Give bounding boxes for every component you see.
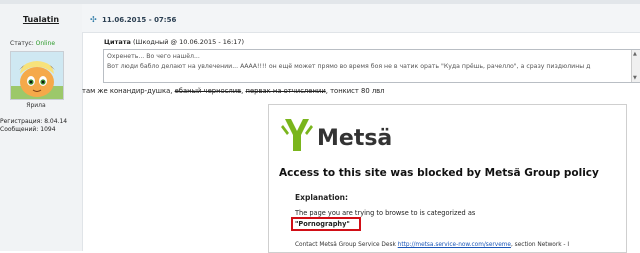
contact-line: Contact Metsä Group Service Desk http://…: [295, 242, 569, 248]
post-text: там же конандир-душка, ебаный чернослив,…: [82, 87, 385, 95]
contact-text: Contact Metsä Group Service Desk: [295, 242, 398, 248]
quote-meta: (Шкодный @ 10.06.2015 - 16:17): [132, 38, 245, 46]
quote-line-2: Вот люди бабло делают на увлечении... АА…: [107, 63, 591, 70]
registration-label: Регистрация:: [0, 118, 43, 125]
status-label: Статус:: [10, 40, 34, 47]
explanation-label: Explanation:: [295, 193, 349, 202]
status-line: Статус: Online: [10, 40, 55, 47]
quote-line-1: Охренеть... Во чего нашёл...: [107, 53, 200, 60]
post-date: 11.06.2015 - 07:56: [102, 16, 177, 24]
category-text: The page you are trying to browse to is …: [295, 209, 476, 217]
status-value: Online: [35, 40, 56, 47]
embedded-screenshot: Metsä Access to this site was blocked by…: [268, 104, 627, 253]
post-header: ✣ 11.06.2015 - 07:56: [82, 4, 640, 33]
user-sidebar: Tualatin Статус: Online Ярила Регистраци…: [0, 4, 83, 251]
pony-avatar-image: [11, 52, 63, 99]
quote-box: Охренеть... Во чего нашёл... Вот люди ба…: [103, 49, 640, 83]
post-text-strike-2: первак на отчислении: [245, 87, 326, 95]
contact-after: , section Network - I: [510, 242, 570, 248]
metsa-logo-text: Metsä: [317, 126, 392, 151]
registration-line: Регистрация: 8.04.14: [0, 118, 67, 126]
blocked-heading: Access to this site was blocked by Metsä…: [279, 167, 599, 179]
scroll-down-icon[interactable]: ▼: [633, 75, 637, 81]
post-text-after: , тонкист 80 лвл: [325, 87, 385, 95]
post-anchor-icon[interactable]: ✣: [90, 15, 97, 24]
avatar[interactable]: [10, 51, 64, 100]
metsa-logo-mark: [285, 119, 309, 151]
post-text-strike-1: ебаный чернослив: [174, 87, 242, 95]
metsa-logo: Metsä: [281, 119, 392, 151]
post-text-before: там же конандир-душка,: [82, 87, 175, 95]
quote-label: Цитата: [104, 38, 131, 46]
category-value-highlight: "Pornography": [291, 217, 361, 231]
user-stats: Регистрация: 8.04.14 Сообщений: 1094: [0, 118, 67, 134]
quote-title: Цитата (Шкодный @ 10.06.2015 - 16:17): [104, 38, 244, 46]
scroll-up-icon[interactable]: ▲: [633, 51, 637, 57]
contact-link[interactable]: http://metsa.service-now.com/serveme: [398, 242, 511, 248]
posts-label: Сообщений:: [0, 126, 39, 133]
username-link[interactable]: Tualatin: [0, 15, 82, 24]
registration-value: 8.04.14: [44, 118, 68, 125]
user-rank: Ярила: [26, 102, 46, 109]
posts-line: Сообщений: 1094: [0, 126, 67, 134]
quote-scrollbar[interactable]: ▲ ▼: [631, 50, 640, 82]
posts-value: 1094: [40, 126, 56, 133]
